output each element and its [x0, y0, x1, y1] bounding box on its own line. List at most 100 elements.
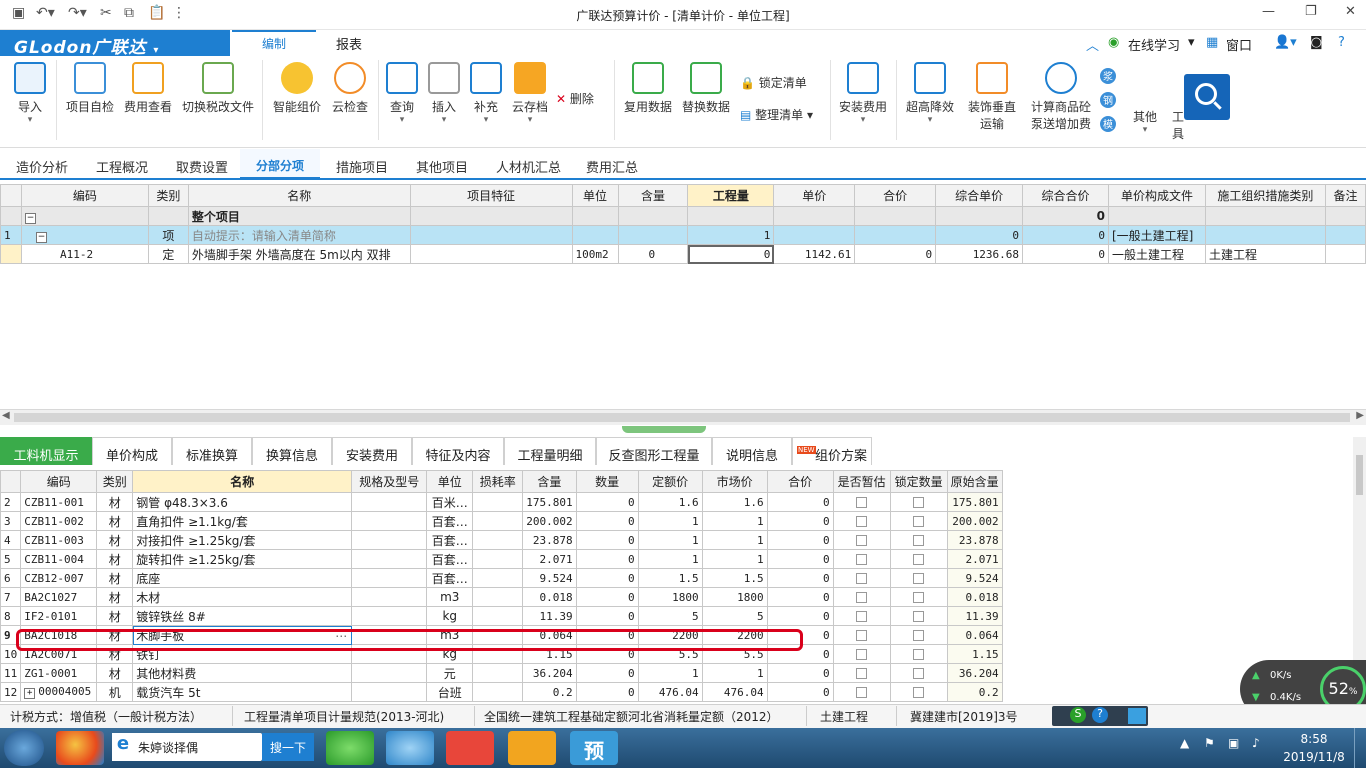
- cell-unit-price[interactable]: [773, 225, 856, 245]
- vertical-transport-button[interactable]: 装饰垂直运输: [964, 62, 1020, 132]
- col-name[interactable]: 名称: [132, 470, 353, 493]
- tray-expand-icon[interactable]: ▲: [1180, 736, 1189, 750]
- robot-icon[interactable]: ◙: [1310, 35, 1323, 50]
- formwork-icon[interactable]: 模: [1100, 116, 1116, 132]
- cell-quantity[interactable]: 0: [575, 511, 639, 531]
- user-icon[interactable]: 👤▾: [1274, 35, 1297, 50]
- fee-view-button[interactable]: 费用查看: [122, 62, 174, 115]
- checkbox[interactable]: [913, 687, 925, 698]
- cell-total[interactable]: 0: [766, 587, 834, 607]
- checkbox[interactable]: [856, 630, 868, 641]
- cell-content[interactable]: [617, 225, 689, 245]
- tray-flag-icon[interactable]: ⚑: [1204, 736, 1215, 750]
- cell-original-content[interactable]: 0.018: [946, 587, 1003, 607]
- table-row[interactable]: 1 − 项 自动提示：请输入清单简称 1 0 0 [一般土建工程]: [0, 225, 1366, 245]
- cell-provisional[interactable]: [832, 606, 891, 626]
- scroll-right-icon[interactable]: ▶: [1356, 410, 1364, 421]
- cell-quantity[interactable]: 0: [575, 663, 639, 683]
- cell-type[interactable]: 材: [96, 587, 134, 607]
- tab-standard-conversion[interactable]: 标准换算: [172, 437, 252, 465]
- lock-list-button[interactable]: 🔒 锁定清单: [740, 74, 820, 91]
- cell-lock-qty[interactable]: [889, 625, 948, 645]
- checkbox[interactable]: [913, 668, 925, 679]
- install-fee-button[interactable]: 安装费用 ▾: [836, 62, 890, 125]
- cloud-archive-button[interactable]: 云存档 ▾: [508, 62, 552, 125]
- table-row[interactable]: 2 CZB11-001 材钢管 φ48.3×3.6 百米… 175.801 0 1.6 1.6…: [0, 492, 1003, 512]
- cell-content[interactable]: 23.878: [522, 530, 577, 550]
- cell-content[interactable]: 0: [617, 244, 689, 264]
- cell-unit[interactable]: m3: [426, 587, 474, 607]
- cell-market-price[interactable]: 1: [701, 549, 768, 569]
- cell-provisional[interactable]: [832, 625, 891, 645]
- scroll-left-icon[interactable]: ◀: [2, 410, 10, 421]
- cell-market-price[interactable]: 1: [701, 511, 768, 531]
- cell-provisional[interactable]: [832, 511, 891, 531]
- cell-total[interactable]: 0: [766, 606, 834, 626]
- col-category[interactable]: 施工组织措施类别: [1204, 184, 1326, 207]
- cell-spec[interactable]: [351, 587, 428, 607]
- cell-name[interactable]: 直角扣件 ≥1.1kg/套: [132, 511, 353, 531]
- col-unit[interactable]: 单位: [571, 184, 619, 207]
- tray-volume-icon[interactable]: ♪: [1252, 736, 1260, 750]
- supplement-button[interactable]: 补充 ▾: [468, 62, 504, 125]
- table-row[interactable]: 11 ZG1-0001 材其他材料费元 36.204 0 1 1 0 36.204: [0, 663, 1003, 683]
- insert-button[interactable]: 插入 ▾: [426, 62, 462, 125]
- save-icon[interactable]: ▣: [12, 5, 25, 21]
- cell-loss-rate[interactable]: [472, 663, 524, 683]
- col-total[interactable]: 合价: [766, 470, 834, 493]
- pane-splitter[interactable]: [622, 426, 706, 433]
- cell-total[interactable]: 0: [854, 244, 937, 264]
- cell-quota-price[interactable]: 1: [637, 663, 703, 683]
- checkbox[interactable]: [856, 497, 868, 508]
- cell-feature[interactable]: [409, 225, 573, 245]
- checkbox[interactable]: [913, 592, 925, 603]
- cell-quantity[interactable]: 0: [575, 530, 639, 550]
- tab-edit[interactable]: 编制: [232, 30, 316, 56]
- cell-code[interactable]: CZB11-003: [20, 530, 98, 550]
- start-orb-icon[interactable]: [4, 730, 44, 766]
- cell-lock-qty[interactable]: [889, 492, 948, 512]
- cell-provisional[interactable]: [832, 644, 891, 664]
- cell-type[interactable]: 材: [96, 511, 134, 531]
- cell-provisional[interactable]: [832, 682, 891, 702]
- tab-fee-summary[interactable]: 费用汇总: [586, 157, 638, 176]
- cell-name[interactable]: 底座: [132, 568, 353, 588]
- cell-unit[interactable]: 百套…: [426, 568, 474, 588]
- checkbox[interactable]: [856, 573, 868, 584]
- cell-remark[interactable]: [1324, 244, 1366, 264]
- col-comp-price[interactable]: 综合单价: [935, 184, 1024, 207]
- cell-lock-qty[interactable]: [889, 511, 948, 531]
- cell-name[interactable]: 木材: [132, 587, 353, 607]
- tax-switch-button[interactable]: 切换税改文件: [180, 62, 256, 115]
- slurry-icon[interactable]: 浆: [1100, 68, 1116, 84]
- checkbox[interactable]: [913, 573, 925, 584]
- checkbox[interactable]: [913, 630, 925, 641]
- minimize-icon[interactable]: —: [1262, 4, 1275, 19]
- cell-total[interactable]: 0: [766, 530, 834, 550]
- expand-toggle[interactable]: −: [20, 206, 149, 226]
- cell-quantity[interactable]: [687, 206, 775, 226]
- cell-type[interactable]: [147, 206, 189, 226]
- cell-unit[interactable]: 100m2: [571, 244, 619, 264]
- cell-spec[interactable]: [351, 549, 428, 569]
- cell-type[interactable]: 材: [96, 530, 134, 550]
- cell-provisional[interactable]: [832, 568, 891, 588]
- delete-button[interactable]: ✕ 删除: [556, 90, 606, 107]
- col-quantity[interactable]: 工程量: [687, 184, 775, 207]
- tab-install-fee[interactable]: 安装费用: [332, 437, 412, 465]
- cell-unit-price[interactable]: 1142.61: [773, 244, 856, 264]
- concrete-pump-button[interactable]: 计算商品砼泵送增加费: [1026, 62, 1096, 132]
- checkbox[interactable]: [913, 497, 925, 508]
- tab-report[interactable]: 报表: [336, 34, 362, 53]
- col-feature[interactable]: 项目特征: [409, 184, 573, 207]
- cell-code[interactable]: IF2-0101: [20, 606, 98, 626]
- cell-provisional[interactable]: [832, 492, 891, 512]
- cell-name[interactable]: 外墙脚手架 外墙高度在 5m以内 双排: [187, 244, 411, 264]
- cell-content[interactable]: 9.524: [522, 568, 577, 588]
- checkbox[interactable]: [856, 687, 868, 698]
- cell-unit[interactable]: 百套…: [426, 511, 474, 531]
- cell-quota-price[interactable]: 476.04: [637, 682, 703, 702]
- tab-description[interactable]: 说明信息: [712, 437, 792, 465]
- cell-content[interactable]: 0.018: [522, 587, 577, 607]
- cell-content[interactable]: 200.002: [522, 511, 577, 531]
